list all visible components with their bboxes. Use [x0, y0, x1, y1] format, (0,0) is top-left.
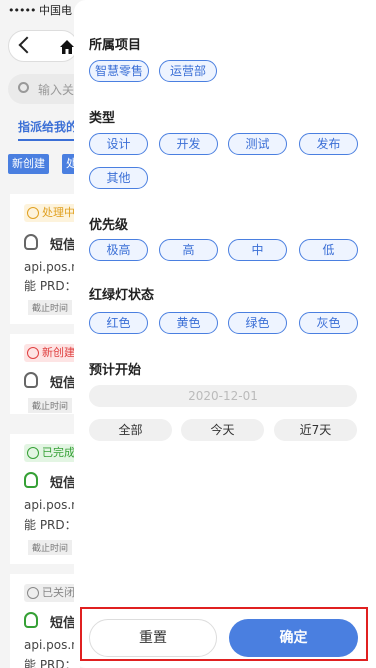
chip-light-gray[interactable]: 灰色 — [299, 312, 358, 334]
chip-priority-2[interactable]: 中 — [228, 239, 287, 261]
chip-type-1[interactable]: 开发 — [159, 133, 218, 155]
section-title-project: 所属项目 — [89, 38, 142, 53]
status-badge: 已完成 — [24, 444, 81, 462]
task-title: 短信 — [50, 376, 77, 391]
task-prd: 能 PRD： — [24, 518, 77, 532]
chip-priority-0[interactable]: 极高 — [89, 239, 148, 261]
confirm-button[interactable]: 确定 — [229, 619, 358, 657]
chip-priority-1[interactable]: 高 — [159, 239, 218, 261]
task-api: api.pos.n — [24, 498, 79, 512]
clock-icon — [27, 207, 39, 219]
chip-light-yellow[interactable]: 黄色 — [159, 312, 218, 334]
task-title: 短信 — [50, 616, 77, 631]
section-title-type: 类型 — [89, 111, 116, 126]
chip-type-3[interactable]: 发布 — [299, 133, 358, 155]
task-card[interactable]: 已关闭 短信 api.pos.n 能 PRD： — [10, 574, 81, 668]
deadline-label: 截止时间 — [28, 300, 73, 315]
search-placeholder: 输入关 — [38, 83, 75, 97]
chip-light-green[interactable]: 绿色 — [228, 312, 287, 334]
tab-assigned-to-me[interactable]: 指派给我的 — [18, 118, 78, 135]
task-title: 短信 — [50, 238, 77, 253]
status-bar: ••••• 中国电 — [8, 2, 72, 18]
task-api: api.pos.n — [24, 638, 79, 652]
status-badge: 处理中 — [24, 204, 81, 222]
back-icon[interactable] — [18, 36, 36, 54]
chip-type-0[interactable]: 设计 — [89, 133, 148, 155]
tab-indicator — [18, 139, 76, 141]
task-prd: 能 PRD： — [24, 658, 77, 668]
carrier-text: 中国电 — [38, 4, 72, 17]
home-icon[interactable] — [59, 39, 75, 55]
task-prd: 能 PRD： — [24, 279, 77, 293]
bulb-icon — [24, 234, 38, 250]
chip-priority-3[interactable]: 低 — [299, 239, 358, 261]
bulb-icon — [24, 472, 38, 488]
check-circle-icon — [27, 447, 39, 459]
task-card[interactable]: 新创建 短信 截止时间 — [10, 334, 81, 414]
bulb-icon — [24, 372, 38, 388]
quick-all[interactable]: 全部 — [89, 419, 172, 441]
filter-drawer: 所属项目 智慧零售 运营部 类型 设计 开发 测试 发布 其他 优先级 极高 高… — [74, 0, 376, 668]
clock-icon — [27, 347, 39, 359]
minus-circle-icon — [27, 587, 39, 599]
task-api: api.pos.n — [24, 260, 79, 274]
bulb-icon — [24, 612, 38, 628]
chip-project-0[interactable]: 智慧零售 — [89, 60, 149, 82]
chip-project-1[interactable]: 运营部 — [159, 60, 217, 82]
task-card[interactable]: 已完成 短信 api.pos.n 能 PRD： 截止时间 — [10, 434, 81, 564]
start-date-field[interactable]: 2020-12-01 — [89, 385, 357, 407]
deadline-label: 截止时间 — [28, 540, 73, 555]
signal-icon: ••••• — [8, 4, 36, 17]
task-title: 短信 — [50, 476, 77, 491]
chip-type-4[interactable]: 其他 — [89, 167, 148, 189]
status-badge: 已关闭 — [24, 584, 81, 602]
task-card[interactable]: 处理中 短信 api.pos.n 能 PRD： 截止时间 — [10, 194, 81, 324]
status-badge: 新创建 — [24, 344, 81, 362]
new-created-button[interactable]: 新创建 — [8, 154, 49, 174]
quick-last-7-days[interactable]: 近7天 — [274, 419, 357, 441]
chip-light-red[interactable]: 红色 — [89, 312, 148, 334]
section-title-start: 预计开始 — [89, 363, 142, 378]
deadline-label: 截止时间 — [28, 398, 73, 413]
nav-capsule[interactable] — [8, 30, 78, 62]
reset-button[interactable]: 重置 — [89, 619, 217, 657]
section-title-priority: 优先级 — [89, 218, 129, 233]
section-title-light: 红绿灯状态 — [89, 288, 155, 303]
search-icon — [18, 82, 29, 93]
quick-today[interactable]: 今天 — [181, 419, 264, 441]
chip-type-2[interactable]: 测试 — [228, 133, 287, 155]
